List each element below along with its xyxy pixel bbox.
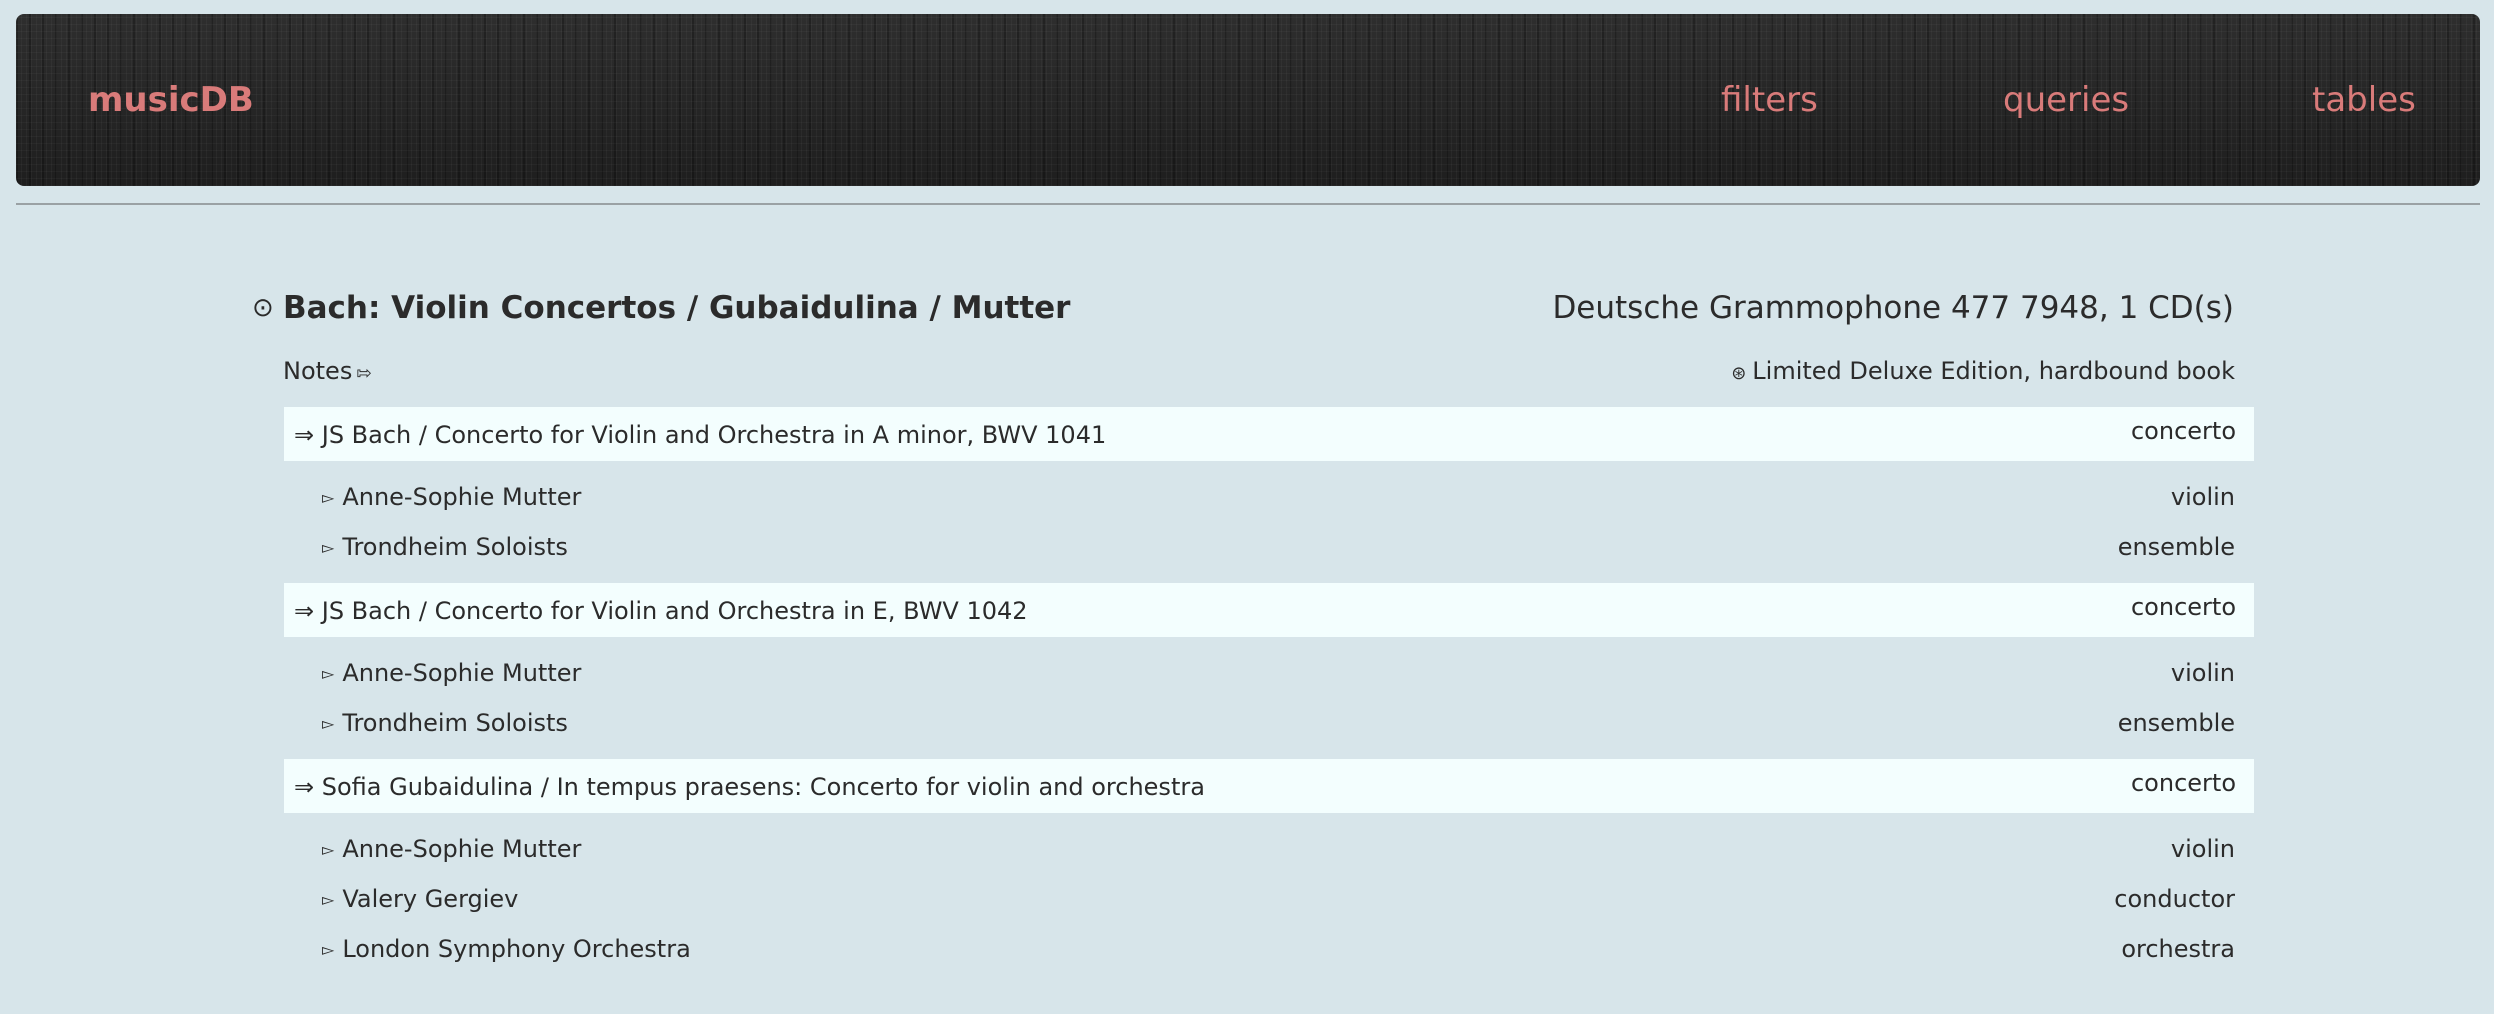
work-title: ⇒ Sofia Gubaidulina / In tempus praesens… xyxy=(294,773,1205,801)
notes-arrow-icon: ⇰ xyxy=(356,363,372,384)
edition-text: Limited Deluxe Edition, hardbound book xyxy=(1752,357,2235,385)
collapse-toggle-icon[interactable]: ⊙ xyxy=(252,292,274,324)
performer-row: ▻ Anne-Sophie Mutter violin xyxy=(322,832,2235,866)
notes-toggle[interactable]: Notes ⇰ xyxy=(283,354,371,391)
bullet-triangle-icon: ▻ xyxy=(322,940,335,959)
performer-row: ▻ Anne-Sophie Mutter violin xyxy=(322,656,2235,690)
work-genre: concerto xyxy=(2130,593,2236,621)
performer-role: ensemble xyxy=(2117,709,2235,737)
performer-name: ▻ Trondheim Soloists xyxy=(322,709,568,737)
performer-row: ▻ Valery Gergiev conductor xyxy=(322,882,2235,916)
bullet-triangle-icon: ▻ xyxy=(322,890,335,909)
performer-name: ▻ Anne-Sophie Mutter xyxy=(322,483,582,511)
performer-role: violin xyxy=(2170,835,2235,863)
bullet-triangle-icon: ▻ xyxy=(322,714,335,733)
performer-row: ▻ London Symphony Orchestra orchestra xyxy=(322,932,2235,966)
album-label-catalog: Deutsche Grammophone 477 7948, 1 CD(s) xyxy=(1552,290,2234,326)
nav-filters-link[interactable]: filters xyxy=(1721,80,1818,120)
work-title: ⇒ JS Bach / Concerto for Violin and Orch… xyxy=(294,597,1028,625)
album-header: ⊙ Bach: Violin Concertos / Gubaidulina /… xyxy=(252,288,2252,328)
work-row[interactable]: ⇒ JS Bach / Concerto for Violin and Orch… xyxy=(284,407,2254,461)
performer-name: ▻ Anne-Sophie Mutter xyxy=(322,659,582,687)
performer-role: conductor xyxy=(2114,885,2235,913)
brand-logo-link[interactable]: musicDB xyxy=(88,80,254,120)
edition-note: ⊛ Limited Deluxe Edition, hardbound book xyxy=(1731,354,2235,391)
performer-row: ▻ Trondheim Soloists ensemble xyxy=(322,706,2235,740)
performer-role: ensemble xyxy=(2117,533,2235,561)
performer-role: orchestra xyxy=(2121,935,2235,963)
album-title: Bach: Violin Concertos / Gubaidulina / M… xyxy=(283,290,1071,326)
bullet-triangle-icon: ▻ xyxy=(322,488,335,507)
header-divider xyxy=(16,203,2480,205)
work-genre: concerto xyxy=(2130,417,2236,445)
header-bar: musicDB filters queries tables xyxy=(16,14,2480,186)
performer-name: ▻ London Symphony Orchestra xyxy=(322,935,691,963)
performer-row: ▻ Anne-Sophie Mutter violin xyxy=(322,480,2235,514)
performer-row: ▻ Trondheim Soloists ensemble xyxy=(322,530,2235,564)
bullet-triangle-icon: ▻ xyxy=(322,538,335,557)
performer-role: violin xyxy=(2170,659,2235,687)
performer-name: ▻ Anne-Sophie Mutter xyxy=(322,835,582,863)
performer-name: ▻ Valery Gergiev xyxy=(322,885,519,913)
nav-tables-link[interactable]: tables xyxy=(2312,80,2416,120)
nav-queries-link[interactable]: queries xyxy=(2003,80,2129,120)
work-genre: concerto xyxy=(2130,769,2236,797)
edition-circle-icon: ⊛ xyxy=(1731,363,1747,384)
work-row[interactable]: ⇒ Sofia Gubaidulina / In tempus praesens… xyxy=(284,759,2254,813)
performer-role: violin xyxy=(2170,483,2235,511)
work-row[interactable]: ⇒ JS Bach / Concerto for Violin and Orch… xyxy=(284,583,2254,637)
notes-label: Notes xyxy=(283,357,353,385)
notes-row: Notes ⇰ ⊛ Limited Deluxe Edition, hardboun… xyxy=(283,354,2235,388)
performer-name: ▻ Trondheim Soloists xyxy=(322,533,568,561)
bullet-triangle-icon: ▻ xyxy=(322,840,335,859)
bullet-triangle-icon: ▻ xyxy=(322,664,335,683)
work-title: ⇒ JS Bach / Concerto for Violin and Orch… xyxy=(294,421,1107,449)
